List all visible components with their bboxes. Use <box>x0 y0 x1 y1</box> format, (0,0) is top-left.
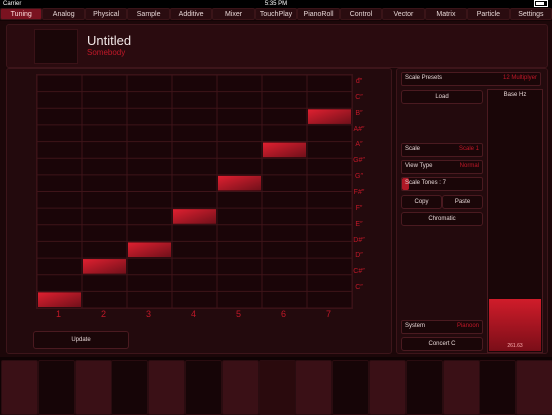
update-button[interactable]: Update <box>33 331 129 349</box>
note-label: C#″ <box>353 268 365 276</box>
piano-key[interactable] <box>479 360 517 415</box>
step-label: 3 <box>145 309 151 319</box>
active-step-cell[interactable] <box>128 242 171 258</box>
piano-key[interactable] <box>185 360 222 415</box>
tab-touchplay[interactable]: TouchPlay <box>254 8 298 20</box>
step-label: 7 <box>325 309 331 319</box>
paste-button[interactable]: Paste <box>442 195 483 209</box>
note-label: D#″ <box>353 236 365 244</box>
scale-selector[interactable]: Scale Scale 1 <box>401 143 483 157</box>
preset-header: Untitled Somebody <box>6 24 548 68</box>
tab-sample[interactable]: Sample <box>127 8 170 20</box>
piano-key[interactable] <box>332 360 370 415</box>
tab-additive[interactable]: Additive <box>169 8 213 20</box>
note-label: G#″ <box>353 157 365 165</box>
note-labels: đ″ C″ B″ A#″ A″ G#″ G″ F#″ F″ E″ D#″ D″ C#″ C″ <box>352 78 366 300</box>
note-label: B″ <box>355 109 363 117</box>
tab-analog[interactable]: Analog <box>42 8 85 20</box>
active-step-cell[interactable] <box>38 292 81 307</box>
piano-key[interactable] <box>442 360 480 415</box>
piano-key[interactable] <box>37 360 75 415</box>
active-step-cell[interactable] <box>263 142 306 158</box>
note-label: G″ <box>355 173 363 181</box>
chromatic-button[interactable]: Chromatic <box>401 212 483 226</box>
system-selector[interactable]: System Pianoon <box>401 320 483 334</box>
concert-c-button[interactable]: Concert C <box>401 337 483 351</box>
copy-button[interactable]: Copy <box>401 195 442 209</box>
step-label: 4 <box>190 309 196 319</box>
base-hz-slider[interactable]: Base Hz 261.63 <box>487 89 543 353</box>
step-label: 6 <box>280 309 286 319</box>
load-button[interactable]: Load <box>401 90 483 104</box>
note-label: A#″ <box>353 125 365 133</box>
note-label: F#″ <box>353 189 365 196</box>
keyboard <box>0 357 552 415</box>
battery-icon <box>532 0 548 8</box>
clock: 5:35 PM <box>264 1 288 7</box>
step-label: 1 <box>55 309 61 319</box>
tab-tuning[interactable]: Tuning <box>0 8 43 20</box>
note-label: C″ <box>355 93 363 101</box>
tab-settings[interactable]: Settings <box>509 8 552 20</box>
preset-title[interactable]: Untitled <box>87 33 131 48</box>
scale-grid[interactable] <box>36 74 353 309</box>
scale-presets-selector[interactable]: Scale Presets 12 Multiplyer <box>401 72 541 86</box>
piano-key[interactable] <box>258 360 296 415</box>
tab-physical[interactable]: Physical <box>84 8 128 20</box>
piano-key[interactable] <box>74 360 112 415</box>
tab-particle[interactable]: Particle <box>467 8 510 20</box>
piano-key[interactable] <box>111 360 149 415</box>
step-label: 5 <box>235 309 241 319</box>
preset-author[interactable]: Somebody <box>87 48 125 57</box>
active-step-cell[interactable] <box>173 209 216 224</box>
note-label: đ″ <box>355 78 363 85</box>
step-label: 2 <box>100 309 106 319</box>
preset-artwork[interactable] <box>34 29 78 64</box>
note-label: F″ <box>355 204 363 212</box>
scale-tones-slider[interactable]: Scale Tones : 7 <box>401 177 483 191</box>
tab-matrix[interactable]: Matrix <box>424 8 468 20</box>
active-step-cell[interactable] <box>83 259 126 274</box>
piano-key[interactable] <box>516 360 552 415</box>
piano-key[interactable] <box>369 360 406 415</box>
active-step-cell[interactable] <box>218 175 261 191</box>
view-type-selector[interactable]: View Type Normal <box>401 160 483 174</box>
tab-control[interactable]: Control <box>339 8 383 20</box>
piano-key[interactable] <box>1 360 38 415</box>
tab-mixer[interactable]: Mixer <box>212 8 255 20</box>
tab-pianoroll[interactable]: PianoRoll <box>297 8 340 20</box>
note-label: D″ <box>355 252 363 260</box>
piano-key[interactable] <box>221 360 259 415</box>
piano-key[interactable] <box>295 360 333 415</box>
tab-bar: Tuning Analog Physical Sample Additive Mixer T… <box>0 8 552 21</box>
note-label: A″ <box>355 141 363 149</box>
piano-key[interactable] <box>405 360 443 415</box>
note-label: C″ <box>355 284 363 292</box>
note-label: E″ <box>355 220 363 228</box>
tab-vector[interactable]: Vector <box>382 8 425 20</box>
piano-key[interactable] <box>148 360 186 415</box>
status-bar: Carrier 5:35 PM <box>0 0 552 8</box>
active-step-cell[interactable] <box>308 109 351 124</box>
